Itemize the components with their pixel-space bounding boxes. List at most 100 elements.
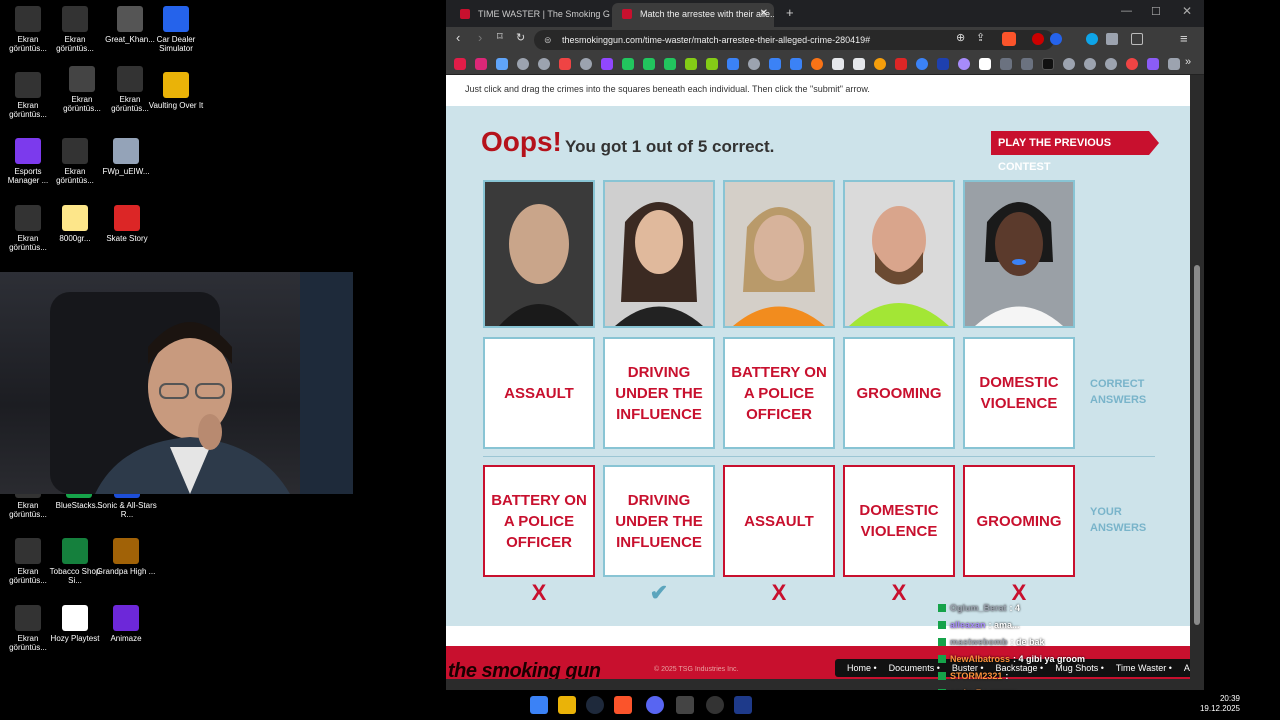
bookmark-icon[interactable] (580, 58, 592, 70)
bookmark-icon[interactable] (1000, 58, 1012, 70)
desktop-icon[interactable]: Skate Story (97, 205, 157, 243)
desktop-icon[interactable]: Ekran görüntüs... (45, 6, 105, 53)
bookmark-twitch-icon[interactable] (601, 58, 613, 70)
bookmark-icon[interactable] (748, 58, 760, 70)
site-info-icon[interactable]: ⊜ (544, 30, 552, 50)
bookmark-icon[interactable] (727, 58, 739, 70)
mugshot-2 (603, 180, 715, 328)
share-icon[interactable]: ⇪ (976, 31, 985, 44)
bookmark-gmail-icon[interactable] (559, 58, 571, 70)
start-windows-icon[interactable] (530, 696, 548, 714)
extension-icon[interactable] (1086, 33, 1098, 45)
desktop-icon-label: Vaulting Over It (148, 101, 204, 110)
platform-badge-icon (938, 655, 946, 663)
bookmark-icon[interactable] (1042, 58, 1054, 70)
bookmark-instagram-icon[interactable] (475, 58, 487, 70)
app-icon[interactable] (734, 696, 752, 714)
tab-time-waster[interactable]: TIME WASTER | The Smoking Gun (450, 3, 610, 27)
desktop-icon[interactable]: Animaze (96, 605, 156, 643)
desktop-icon[interactable]: Vaulting Over It (146, 72, 206, 110)
bookmark-icon[interactable] (790, 58, 802, 70)
maximize-button[interactable]: ☐ (1151, 5, 1161, 18)
bookmark-icon[interactable] (1063, 58, 1075, 70)
tab-match-arrestee[interactable]: Match the arrestee with their alle... ✕ (612, 3, 774, 27)
bookmark-icon[interactable] (1168, 58, 1180, 70)
brave-browser-icon[interactable] (614, 696, 632, 714)
back-arrow-icon[interactable]: ‹ (456, 30, 460, 45)
extensions-puzzle-icon[interactable] (1106, 33, 1118, 45)
bookmark-amazon-icon[interactable] (853, 58, 865, 70)
bookmark-kick-icon[interactable] (622, 58, 634, 70)
bookmark-icon[interactable] (937, 58, 949, 70)
bookmark-icon[interactable]: ⌑ (497, 30, 503, 43)
extension-icon[interactable] (1032, 33, 1044, 45)
bookmark-kick-icon[interactable] (643, 58, 655, 70)
desktop-icon[interactable]: Ekran görüntüs... (0, 72, 58, 119)
bookmark-icon[interactable] (874, 58, 886, 70)
bookmark-icon[interactable] (916, 58, 928, 70)
bookmark-icon[interactable] (1084, 58, 1096, 70)
webcam-overlay (0, 272, 353, 494)
mugshot-4 (843, 180, 955, 328)
chat-message: NewAlbatross: 4 gibi ya groom (938, 651, 1198, 668)
bookmark-icon[interactable] (517, 58, 529, 70)
discord-icon[interactable] (646, 696, 664, 714)
bookmarks-overflow-icon[interactable]: » (1185, 56, 1191, 68)
smoking-gun-logo[interactable]: the smoking gun (448, 660, 601, 679)
menu-icon[interactable]: ≡ (1180, 31, 1188, 46)
your-answer-card[interactable]: BATTERY ON A POLICE OFFICER (483, 465, 595, 577)
platform-badge-icon (938, 638, 946, 646)
bookmark-icon[interactable] (496, 58, 508, 70)
webcam-person-image (50, 272, 353, 494)
bookmark-icon[interactable] (769, 58, 781, 70)
your-answer-card[interactable]: DOMESTIC VIOLENCE (843, 465, 955, 577)
sidebar-icon[interactable] (1131, 33, 1143, 45)
desktop-icon-label: FWp_uEIW... (102, 167, 150, 176)
close-window-button[interactable]: ✕ (1182, 4, 1192, 18)
system-clock[interactable]: 20:39 19.12.2025 (1200, 694, 1240, 714)
bookmark-icon[interactable] (1105, 58, 1117, 70)
bookmark-reddit-icon[interactable] (811, 58, 823, 70)
bookmark-icon[interactable] (895, 58, 907, 70)
site-favicon-icon (622, 9, 632, 19)
mugshot-image (845, 182, 953, 326)
result-heading: Oops! (481, 126, 562, 157)
bookmark-icon[interactable] (958, 58, 970, 70)
chat-message: Oglum_Berat: 4 (938, 600, 1198, 617)
your-answer-card[interactable]: ASSAULT (723, 465, 835, 577)
desktop-icon[interactable]: FWp_uEIW... (96, 138, 156, 176)
bookmark-kick-icon[interactable] (664, 58, 676, 70)
file-explorer-icon[interactable] (558, 696, 576, 714)
forward-arrow-icon[interactable]: › (478, 30, 482, 45)
bookmark-icon[interactable] (685, 58, 697, 70)
your-answer-card[interactable]: DRIVING UNDER THE INFLUENCE (603, 465, 715, 577)
footer-link-home[interactable]: Home • (841, 663, 883, 673)
app-icon[interactable] (676, 696, 694, 714)
obs-icon[interactable] (706, 696, 724, 714)
reload-icon[interactable]: ↻ (516, 31, 525, 44)
play-previous-contest-button[interactable]: PLAY THE PREVIOUS CONTEST (991, 131, 1159, 173)
desktop-icon[interactable]: Grandpa High ... (96, 538, 156, 576)
minimize-button[interactable]: — (1121, 5, 1132, 17)
bookmark-icon[interactable] (979, 58, 991, 70)
bookmark-icon[interactable] (832, 58, 844, 70)
bookmark-youtube-icon[interactable] (454, 58, 466, 70)
bookmark-icon[interactable] (1021, 58, 1033, 70)
steam-icon[interactable] (586, 696, 604, 714)
desktop-icon[interactable]: Car Dealer Simulator (146, 6, 206, 53)
desktop-icon[interactable]: 8000gr... (45, 205, 105, 243)
scrollbar-thumb[interactable] (1194, 265, 1200, 625)
desktop-app-icon (15, 605, 41, 631)
extension-icon[interactable] (1050, 33, 1062, 45)
new-tab-button[interactable]: + (786, 5, 794, 20)
close-tab-icon[interactable]: ✕ (760, 3, 768, 25)
zoom-icon[interactable]: ⊕ (956, 31, 965, 44)
brave-shield-icon[interactable] (1002, 32, 1016, 46)
vertical-scrollbar[interactable] (1190, 75, 1204, 679)
your-answer-card[interactable]: GROOMING (963, 465, 1075, 577)
bookmark-icon[interactable] (1147, 58, 1159, 70)
bookmark-icon[interactable] (1126, 58, 1138, 70)
bookmark-icon[interactable] (706, 58, 718, 70)
bookmark-icon[interactable] (538, 58, 550, 70)
footer-link-documents[interactable]: Documents • (883, 663, 946, 673)
